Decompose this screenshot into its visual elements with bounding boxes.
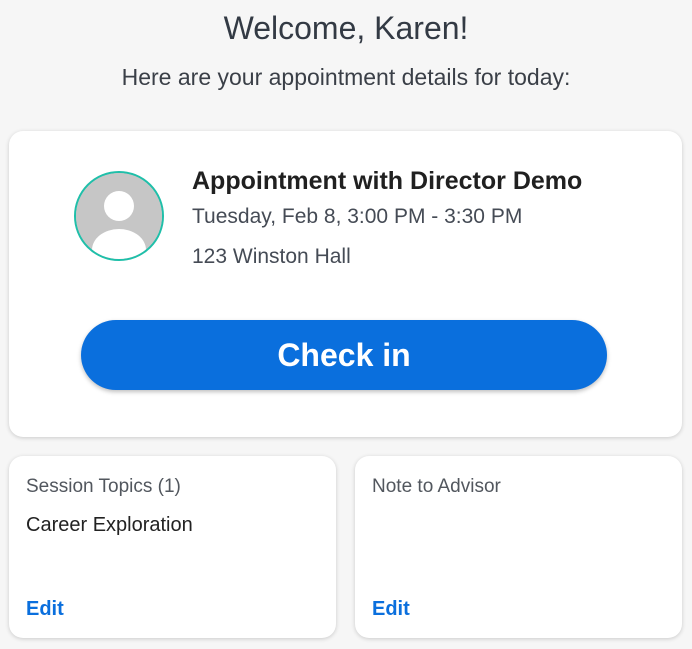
check-in-button[interactable]: Check in xyxy=(81,320,607,390)
note-to-advisor-card: Note to Advisor Edit xyxy=(355,456,682,638)
welcome-subtitle: Here are your appointment details for to… xyxy=(121,64,571,90)
note-to-advisor-label: Note to Advisor xyxy=(372,476,501,497)
welcome-heading: Welcome, Karen! xyxy=(223,10,469,46)
appointment-title: Appointment with Director Demo xyxy=(192,167,583,195)
session-topics-card: Session Topics (1) Career Exploration Ed… xyxy=(9,456,336,638)
session-topics-label: Session Topics (1) xyxy=(26,476,181,497)
person-avatar-icon xyxy=(74,171,164,261)
appointment-time: Tuesday, Feb 8, 3:00 PM - 3:30 PM xyxy=(192,205,523,228)
edit-session-topics-link[interactable]: Edit xyxy=(26,598,64,621)
appointment-card: Appointment with Director Demo Tuesday, … xyxy=(9,131,682,437)
session-topic-value: Career Exploration xyxy=(26,514,193,536)
appointment-location: 123 Winston Hall xyxy=(192,245,351,268)
edit-note-link[interactable]: Edit xyxy=(372,598,410,621)
